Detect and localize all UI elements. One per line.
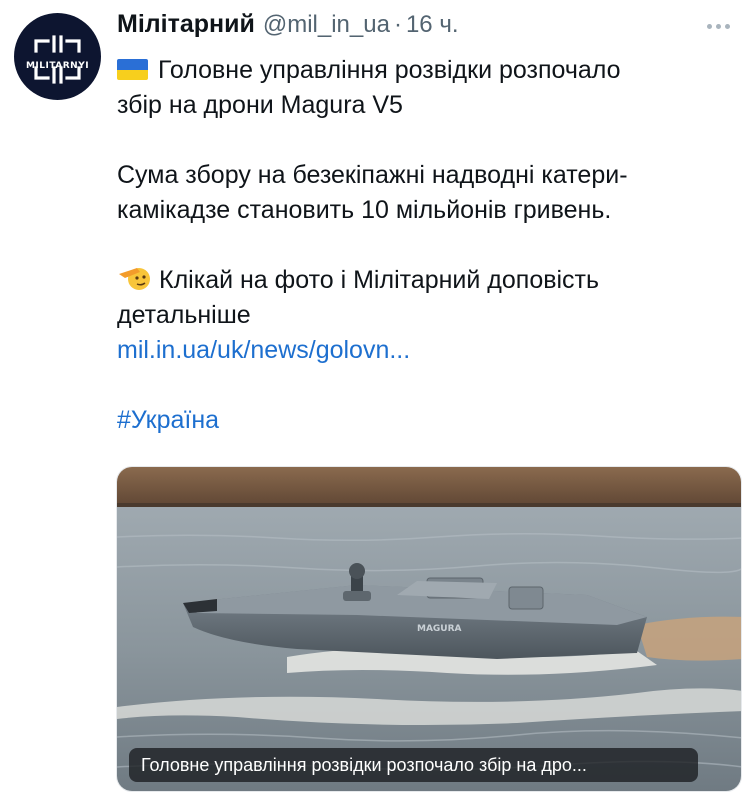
media-caption: Головне управління розвідки розпочало зб… bbox=[129, 748, 698, 782]
saluting-face-icon bbox=[119, 268, 150, 290]
tweet-body: Головне управління розвідки розпочало зб… bbox=[117, 53, 732, 438]
hashtag-link[interactable]: #Україна bbox=[117, 403, 732, 438]
ukraine-flag-icon bbox=[117, 59, 148, 80]
author-name[interactable]: Мілітарний bbox=[117, 10, 255, 39]
tweet-text-line-1: Головне управління розвідки розпочало bbox=[158, 56, 621, 84]
more-options-icon[interactable] bbox=[707, 24, 730, 29]
boat-photo: MAGURA bbox=[117, 467, 741, 791]
tweet-timestamp[interactable]: 16 ч. bbox=[406, 11, 459, 39]
tweet-text-line-5: Клікай на фото і Мілітарний доповість bbox=[159, 266, 600, 294]
avatar[interactable]: MILITARNYI bbox=[14, 13, 101, 100]
article-link[interactable]: mil.in.ua/uk/news/golovn... bbox=[117, 333, 732, 368]
avatar-label: MILITARNYI bbox=[25, 61, 90, 71]
tweet-header: Мілітарний @mil_in_ua · 16 ч. bbox=[117, 10, 744, 46]
tweet-media-photo[interactable]: MAGURA bbox=[116, 466, 742, 792]
boat-hull-label: MAGURA bbox=[417, 624, 462, 634]
author-handle[interactable]: @mil_in_ua bbox=[263, 11, 390, 39]
tweet-text-line-2: збір на дрони Magura V5 bbox=[117, 91, 403, 119]
tweet-text-line-4: камікадзе становить 10 мільйонів гривень… bbox=[117, 196, 612, 224]
tweet-text-line-6: детальніше bbox=[117, 301, 251, 329]
tweet-text-line-3: Сума збору на безекіпажні надводні катер… bbox=[117, 161, 628, 189]
separator-dot: · bbox=[393, 11, 402, 38]
militarnyi-logo-icon bbox=[34, 35, 81, 84]
